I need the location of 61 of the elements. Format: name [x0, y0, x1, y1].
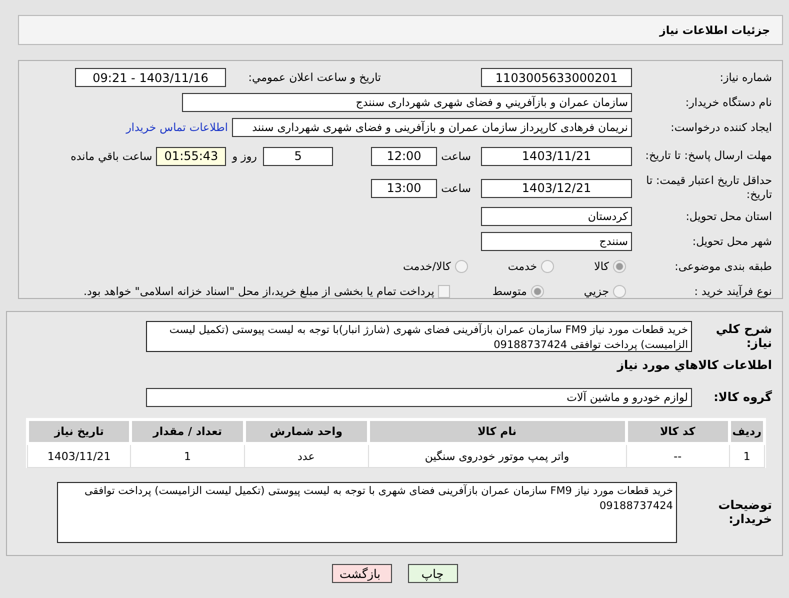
- buyer-contact-link[interactable]: اطلاعات تماس خريدار: [126, 121, 228, 134]
- radio-label: كالا: [594, 260, 609, 273]
- radio-button[interactable]: [541, 260, 554, 273]
- field-label: نوع فرآيند خريد :: [693, 284, 773, 298]
- field-label: ايجاد كننده درخواست:: [670, 120, 773, 134]
- table-cell: واتر پمپ موتور خودروی سنگین: [368, 444, 626, 468]
- validity-date-field: 1403/12/21: [481, 178, 632, 198]
- page-title: جزئیات اطلاعات نیاز: [660, 24, 770, 36]
- table-cell: عدد: [244, 444, 368, 468]
- field-label: شهر محل تحويل:: [691, 234, 773, 248]
- days-field: 5: [263, 146, 333, 166]
- section-heading: اطلاعات كالاهاي مورد نياز: [616, 358, 773, 372]
- buyer-field: سازمان عمران و بازآفريني و فضای شهری شهرداری سنندج: [182, 93, 632, 112]
- field-label: شماره نیاز:: [718, 70, 773, 84]
- column-header: تاريخ نياز: [28, 420, 131, 444]
- field-label: گروه كالا:: [712, 390, 773, 404]
- radio-button[interactable]: [613, 285, 626, 298]
- field-label: نام دستگاه خريدار:: [684, 96, 773, 110]
- field-label: مهلت ارسال پاسخ: تا تاریخ:: [644, 149, 773, 163]
- radio-label: خدمت: [508, 260, 538, 273]
- province-field: کردستان: [481, 207, 632, 226]
- deadline-date-field: 1403/11/21: [481, 146, 632, 166]
- back-button[interactable]: بازگشت: [332, 564, 392, 583]
- validity-time-field: 13:00: [371, 178, 437, 198]
- radio-button[interactable]: [530, 285, 544, 298]
- print-button[interactable]: چاپ: [408, 564, 458, 583]
- deadline-time-field: 12:00: [371, 146, 437, 166]
- announce-date-field: 1403/11/16 - 09:21: [75, 68, 226, 87]
- time-label: ساعت: [440, 150, 471, 162]
- table-cell: 1: [130, 444, 244, 468]
- buyer-notes-box: خرید قطعات مورد نیاز FM9 سازمان عمران بازآفرینی فضای شهری با توجه به لیست پیوستی (تکمیل لیست الزامیست) پرداخت توافقی 09188737424: [57, 482, 677, 542]
- column-header: تعداد / مقدار: [130, 420, 244, 444]
- field-label: استان محل تحويل:: [684, 210, 773, 224]
- radio-label: جزيي: [584, 285, 609, 298]
- field-label: توضيحات خريدار:: [717, 498, 773, 526]
- checkbox[interactable]: [438, 285, 450, 298]
- field-label: حداقل تاريخ اعتبار قيمت: تا تاريخ:: [645, 174, 773, 202]
- radio-button[interactable]: [454, 260, 468, 273]
- column-header: نام كالا: [368, 420, 626, 444]
- column-header: كد كالا: [626, 420, 730, 444]
- city-field: سنندج: [481, 232, 632, 251]
- description-box: خرید قطعات مورد نیاز FM9 سازمان عمران بازآفرینی فضای شهری (شارژ انبار)با توجه به لیست پیوستی (تکمیل لیست الزامیست) پرداخت توافقی 09188737424: [146, 320, 692, 352]
- remaining-label: ساعت باقي مانده: [70, 150, 152, 162]
- table-cell: --: [626, 444, 730, 468]
- days-label: روز و: [232, 150, 257, 162]
- radio-label: كالا/خدمت: [403, 260, 451, 273]
- remaining-time-field: 01:55:43: [156, 146, 226, 166]
- time-label: ساعت: [440, 182, 471, 194]
- treasury-payment-label: پرداخت تمام يا بخشی از مبلغ خرید،از محل "اسناد خزانه اسلامی" خواهد بود.: [84, 285, 434, 298]
- need-number-field: 1103005633000201: [481, 68, 632, 87]
- table-cell: 1: [729, 444, 764, 468]
- radio-button[interactable]: [613, 260, 626, 273]
- column-header: واحد شمارش: [244, 420, 368, 444]
- creator-field: نریمان فرهادی کارپرداز سازمان عمران و بازآفرینی و فضای شهری شهرداری سنند: [232, 118, 632, 137]
- field-label: تاريخ و ساعت اعلان عمومي:: [247, 70, 382, 84]
- table-cell: 1403/11/21: [28, 444, 131, 468]
- field-label: شرح كلي نياز:: [714, 322, 773, 350]
- column-header: رديف: [729, 420, 764, 444]
- field-label: طبقه بندی موضوعی:: [674, 260, 773, 274]
- goods-group-field: لوازم خودرو و ماشين آلات: [146, 388, 692, 406]
- radio-label: متوسط: [492, 285, 527, 298]
